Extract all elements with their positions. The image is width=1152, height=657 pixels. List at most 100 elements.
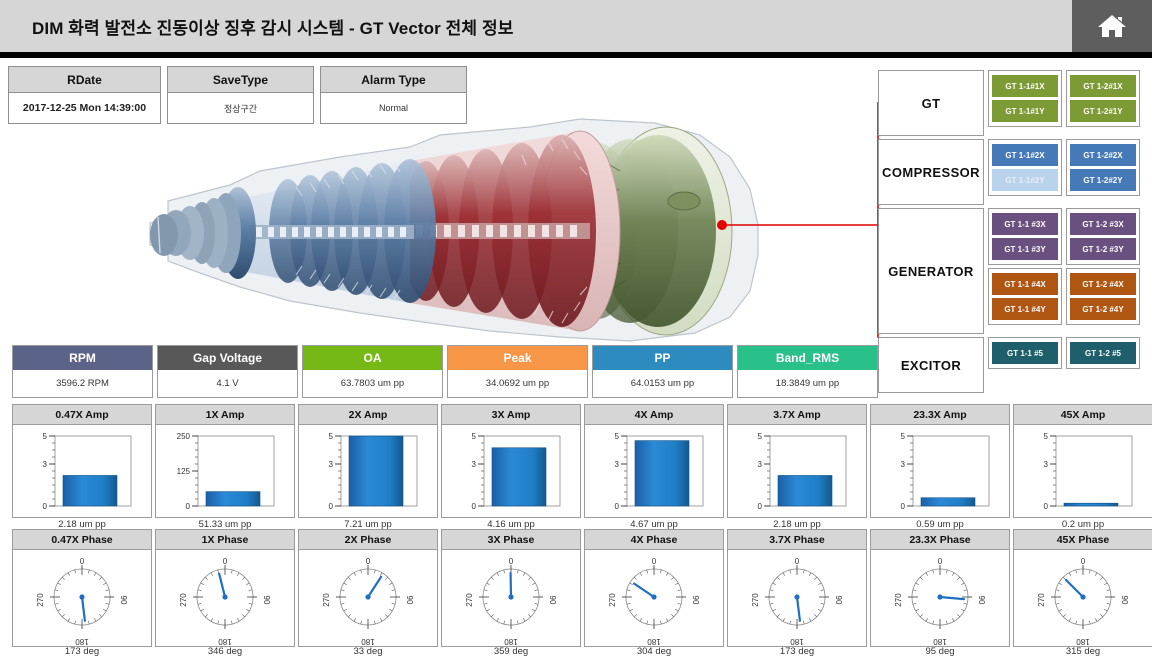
dial-tick-label: 90: [119, 596, 128, 605]
phase-panel[interactable]: 23.3X Phase09018027095 deg: [870, 529, 1010, 647]
dial-hub: [651, 594, 656, 599]
metric-label: OA: [303, 346, 442, 370]
sensor-tag[interactable]: GT 1-2#1Y: [1070, 100, 1136, 122]
info-column-header: RDate: [9, 67, 160, 93]
metric-label: PP: [593, 346, 732, 370]
sensor-tag[interactable]: GT 1-2 #3Y: [1070, 238, 1136, 260]
amp-panel[interactable]: 45X Amp0350.2 um pp: [1013, 404, 1152, 518]
tag-box: GT 1-1#2X GT 1-1#2Y: [988, 139, 1062, 196]
tag-box-pair: GT 1-1#1X GT 1-1#1Y GT 1-2#1X GT 1-2#1Y: [988, 70, 1140, 127]
phase-panel[interactable]: 4X Phase090180270304 deg: [584, 529, 724, 647]
dial-tick-label: 0: [795, 557, 800, 566]
amp-panel[interactable]: 0.47X Amp0352.18 um pp: [12, 404, 152, 518]
tree-group-generator[interactable]: GENERATOR: [878, 208, 984, 334]
y-axis-tick-label: 0: [901, 502, 906, 511]
phase-panel[interactable]: 2X Phase09018027033 deg: [298, 529, 438, 647]
metric-card[interactable]: Band_RMS18.3849 um pp: [737, 345, 878, 398]
sensor-tag[interactable]: GT 1-1#2Y: [992, 169, 1058, 191]
info-column-header: Alarm Type: [321, 67, 466, 93]
sensor-tag[interactable]: GT 1-2 #3X: [1070, 213, 1136, 235]
sensor-tag[interactable]: GT 1-2#2X: [1070, 144, 1136, 166]
sensor-tag[interactable]: GT 1-2#2Y: [1070, 169, 1136, 191]
phase-panel[interactable]: 0.47X Phase090180270173 deg: [12, 529, 152, 647]
dial-tick-label: 270: [465, 593, 474, 607]
y-axis-tick-label: 5: [615, 432, 620, 441]
panel-value-label: 33 deg: [353, 646, 382, 657]
phase-panel[interactable]: 45X Phase090180270315 deg: [1013, 529, 1152, 647]
sensor-tag[interactable]: GT 1-1#2X: [992, 144, 1058, 166]
amp-panel[interactable]: 3X Amp0354.16 um pp: [441, 404, 581, 518]
y-axis-tick-label: 5: [472, 432, 477, 441]
sensor-tag[interactable]: GT 1-1#1X: [992, 75, 1058, 97]
sensor-tag[interactable]: GT 1-1 #5: [992, 342, 1058, 364]
phase-panel[interactable]: 3.7X Phase090180270173 deg: [727, 529, 867, 647]
tag-box: GT 1-2 #5: [1066, 337, 1140, 369]
y-axis-tick-label: 3: [615, 460, 620, 469]
metric-card[interactable]: Peak34.0692 um pp: [447, 345, 588, 398]
dial-tick-label: 270: [894, 593, 903, 607]
gas-turbine-illustration: [110, 105, 790, 345]
amp-panel[interactable]: 23.3X Amp0350.59 um pp: [870, 404, 1010, 518]
dial-hub: [937, 594, 942, 599]
panel-body: 0357.21 um pp: [299, 425, 437, 517]
sensor-tag[interactable]: GT 1-2 #4Y: [1070, 298, 1136, 320]
tag-box: GT 1-1 #4X GT 1-1 #4Y: [988, 268, 1062, 325]
panel-title: 2X Phase: [299, 530, 437, 550]
metric-card[interactable]: OA63.7803 um pp: [302, 345, 443, 398]
sensor-tag[interactable]: GT 1-1#1Y: [992, 100, 1058, 122]
sensor-tag[interactable]: GT 1-2 #4X: [1070, 273, 1136, 295]
sensor-tag[interactable]: GT 1-1 #4Y: [992, 298, 1058, 320]
phase-panel[interactable]: 1X Phase090180270346 deg: [155, 529, 295, 647]
dial-tick-label: 0: [938, 557, 943, 566]
panel-value-label: 173 deg: [780, 646, 814, 657]
panel-body: 0352.18 um pp: [728, 425, 866, 517]
panel-value-label: 346 deg: [208, 646, 242, 657]
y-axis-tick-label: 5: [901, 432, 906, 441]
tree-group-excitor[interactable]: EXCITOR: [878, 337, 984, 393]
dial-hub: [222, 594, 227, 599]
panel-title: 4X Amp: [585, 405, 723, 425]
amp-panel[interactable]: 3.7X Amp0352.18 um pp: [727, 404, 867, 518]
phase-panel[interactable]: 3X Phase090180270359 deg: [441, 529, 581, 647]
panel-value-label: 95 deg: [925, 646, 954, 657]
sensor-tag[interactable]: GT 1-1 #3X: [992, 213, 1058, 235]
metric-card[interactable]: RPM3596.2 RPM: [12, 345, 153, 398]
panel-title: 0.47X Phase: [13, 530, 151, 550]
dial-tick-label: 270: [608, 593, 617, 607]
metric-card[interactable]: PP64.0153 um pp: [592, 345, 733, 398]
y-axis-tick-label: 250: [177, 432, 191, 441]
dial-tick-label: 180: [218, 637, 232, 646]
y-axis-tick-label: 3: [1044, 460, 1049, 469]
tree-group-compressor[interactable]: COMPRESSOR: [878, 139, 984, 205]
metric-card[interactable]: Gap Voltage4.1 V: [157, 345, 298, 398]
y-axis-tick-label: 125: [177, 467, 191, 476]
tag-columns: GT 1-1#1X GT 1-1#1Y GT 1-2#1X GT 1-2#1Y: [988, 70, 1140, 136]
dial-tick-label: 270: [179, 593, 188, 607]
amp-panel[interactable]: 4X Amp0354.67 um pp: [584, 404, 724, 518]
phase-dial: 090180270: [442, 553, 580, 645]
phase-dial: 090180270: [299, 553, 437, 645]
bar: [63, 475, 117, 506]
panel-title: 45X Phase: [1014, 530, 1152, 550]
panel-body: 0354.16 um pp: [442, 425, 580, 517]
tree-group-gt[interactable]: GT: [878, 70, 984, 136]
amp-panel[interactable]: 1X Amp012525051.33 um pp: [155, 404, 295, 518]
sensor-tag[interactable]: GT 1-2#1X: [1070, 75, 1136, 97]
amp-panel[interactable]: 2X Amp0357.21 um pp: [298, 404, 438, 518]
bar-chart: 035: [728, 428, 866, 518]
home-icon: [1097, 13, 1127, 39]
panel-title: 1X Phase: [156, 530, 294, 550]
phase-dial: 090180270: [585, 553, 723, 645]
sensor-tag[interactable]: GT 1-1 #3Y: [992, 238, 1058, 260]
y-axis-tick-label: 0: [329, 502, 334, 511]
dial-tick-label: 180: [504, 637, 518, 646]
bar-chart: 0125250: [156, 428, 294, 518]
sensor-tag[interactable]: GT 1-1 #4X: [992, 273, 1058, 295]
panel-body: 0350.2 um pp: [1014, 425, 1152, 517]
dial-tick-label: 180: [933, 637, 947, 646]
panel-value-label: 173 deg: [65, 646, 99, 657]
y-axis-tick-label: 5: [43, 432, 48, 441]
home-button[interactable]: [1072, 0, 1152, 52]
sensor-tag[interactable]: GT 1-2 #5: [1070, 342, 1136, 364]
bar-chart: 035: [585, 428, 723, 518]
